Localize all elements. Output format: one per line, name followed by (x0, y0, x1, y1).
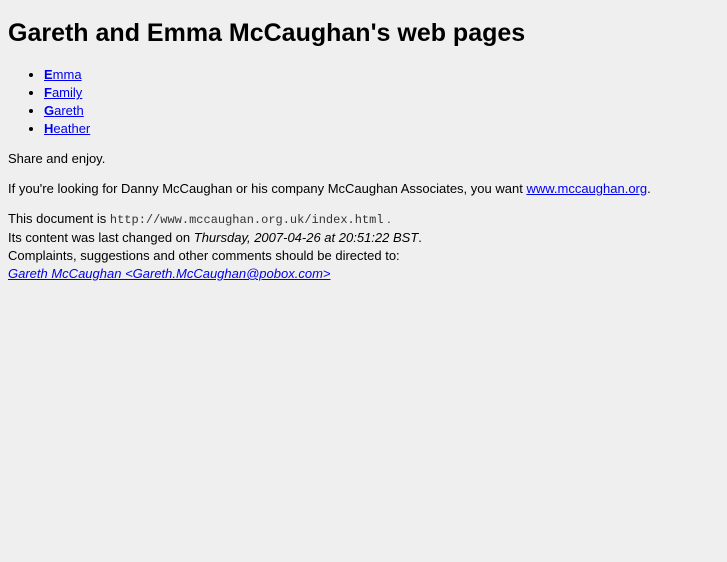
nav-list: Emma Family Gareth Heather (8, 66, 719, 138)
nav-item-gareth: Gareth (44, 102, 719, 120)
nav-item-emma: Emma (44, 66, 719, 84)
mccaughan-org-link[interactable]: www.mccaughan.org (526, 181, 647, 196)
page-title: Gareth and Emma McCaughan's web pages (8, 19, 526, 47)
link-family[interactable]: Family (44, 85, 82, 100)
danny-paragraph: If you're looking for Danny McCaughan or… (8, 181, 651, 196)
document-info: This document is http://www.mccaughan.or… (8, 211, 422, 281)
last-changed-date: Thursday, 2007-04-26 at 20:51:22 BST (193, 230, 419, 245)
page-body: Gareth and Emma McCaughan's web pages Em… (0, 17, 727, 283)
link-heather[interactable]: Heather (44, 121, 90, 136)
share-text: Share and enjoy. (8, 151, 106, 166)
nav-item-heather: Heather (44, 120, 719, 138)
contact-email-link[interactable]: Gareth McCaughan <Gareth.McCaughan@pobox… (8, 266, 331, 281)
link-gareth[interactable]: Gareth (44, 103, 84, 118)
link-emma[interactable]: Emma (44, 67, 82, 82)
nav-item-family: Family (44, 84, 719, 102)
document-url: http://www.mccaughan.org.uk/index.html (109, 213, 384, 227)
